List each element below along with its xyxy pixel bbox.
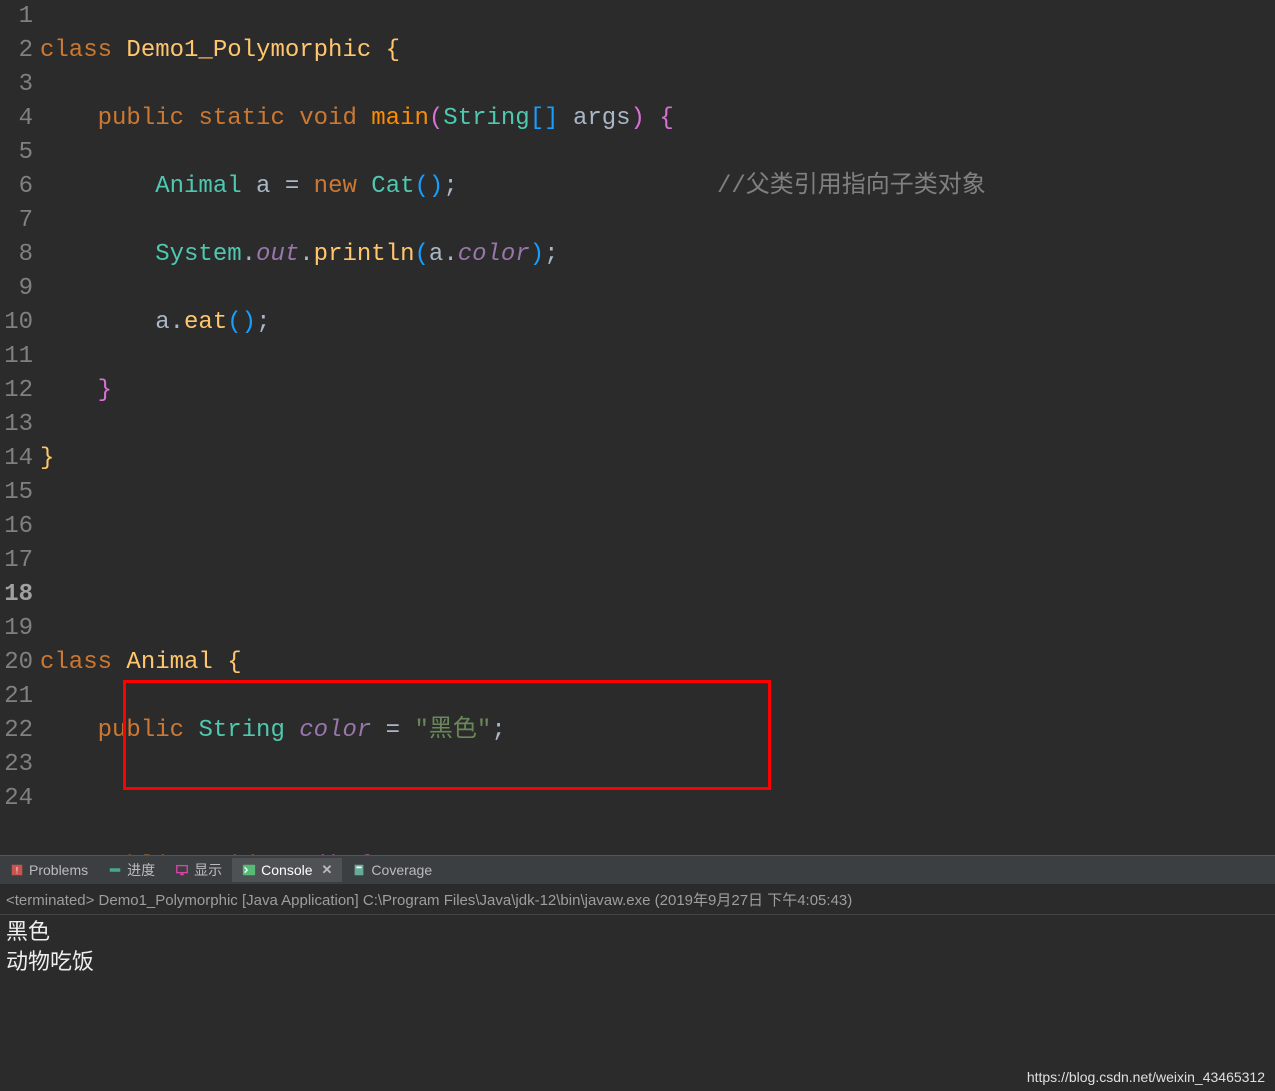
code-editor[interactable]: 123456789101112131415161718192021222324 … (0, 0, 1275, 855)
bottom-panel-tabs: ! Problems 进度 显示 Console ✕ Coverage (0, 855, 1275, 885)
tab-label: 进度 (127, 860, 155, 880)
tab-label: Console (261, 862, 312, 878)
tab-label: Coverage (371, 862, 432, 878)
progress-icon (108, 863, 122, 877)
console-line: 黑色 (6, 919, 1269, 949)
tab-label: 显示 (194, 860, 222, 880)
tab-coverage[interactable]: Coverage (342, 858, 442, 882)
console-output[interactable]: 黑色 动物吃饭 (0, 915, 1275, 983)
tab-label: Problems (29, 862, 88, 878)
tab-console[interactable]: Console ✕ (232, 858, 342, 882)
code-content[interactable]: class Demo1_Polymorphic { public static … (38, 0, 1275, 855)
tab-progress[interactable]: 进度 (98, 856, 165, 884)
console-line: 动物吃饭 (6, 949, 1269, 979)
display-icon (175, 863, 189, 877)
tab-display[interactable]: 显示 (165, 856, 232, 884)
line-number-gutter: 123456789101112131415161718192021222324 (0, 0, 38, 855)
watermark-text: https://blog.csdn.net/weixin_43465312 (1027, 1069, 1265, 1085)
problems-icon: ! (10, 863, 24, 877)
tab-problems[interactable]: ! Problems (0, 858, 98, 882)
console-icon (242, 863, 256, 877)
console-header: <terminated> Demo1_Polymorphic [Java App… (0, 885, 1275, 915)
svg-text:!: ! (16, 866, 18, 876)
coverage-icon (352, 863, 366, 877)
close-icon[interactable]: ✕ (322, 862, 333, 878)
